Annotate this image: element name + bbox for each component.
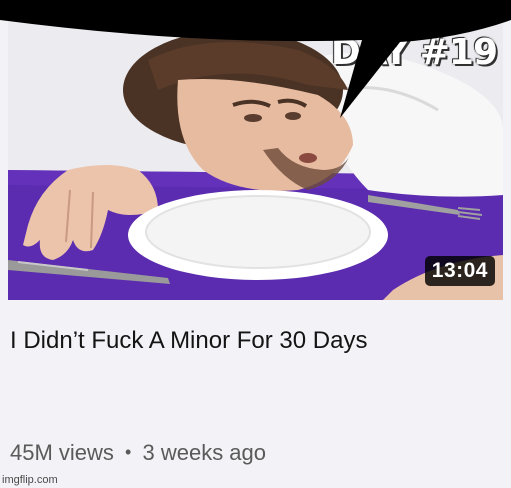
meta-separator: •	[125, 442, 132, 462]
upload-age: 3 weeks ago	[142, 440, 267, 465]
video-meta: 45M views • 3 weeks ago	[10, 440, 266, 466]
video-title[interactable]: I Didn’t Fuck A Minor For 30 Days	[10, 322, 480, 360]
video-card[interactable]: DAY #19 13:04 I Didn’t Fuck A Minor For …	[0, 0, 511, 488]
video-thumbnail[interactable]: DAY #19 13:04	[8, 20, 503, 300]
day-overlay-text: DAY #19	[330, 32, 498, 73]
duration-badge: 13:04	[424, 256, 495, 286]
view-count: 45M views	[10, 440, 114, 465]
imgflip-watermark: imgflip.com	[2, 474, 58, 486]
